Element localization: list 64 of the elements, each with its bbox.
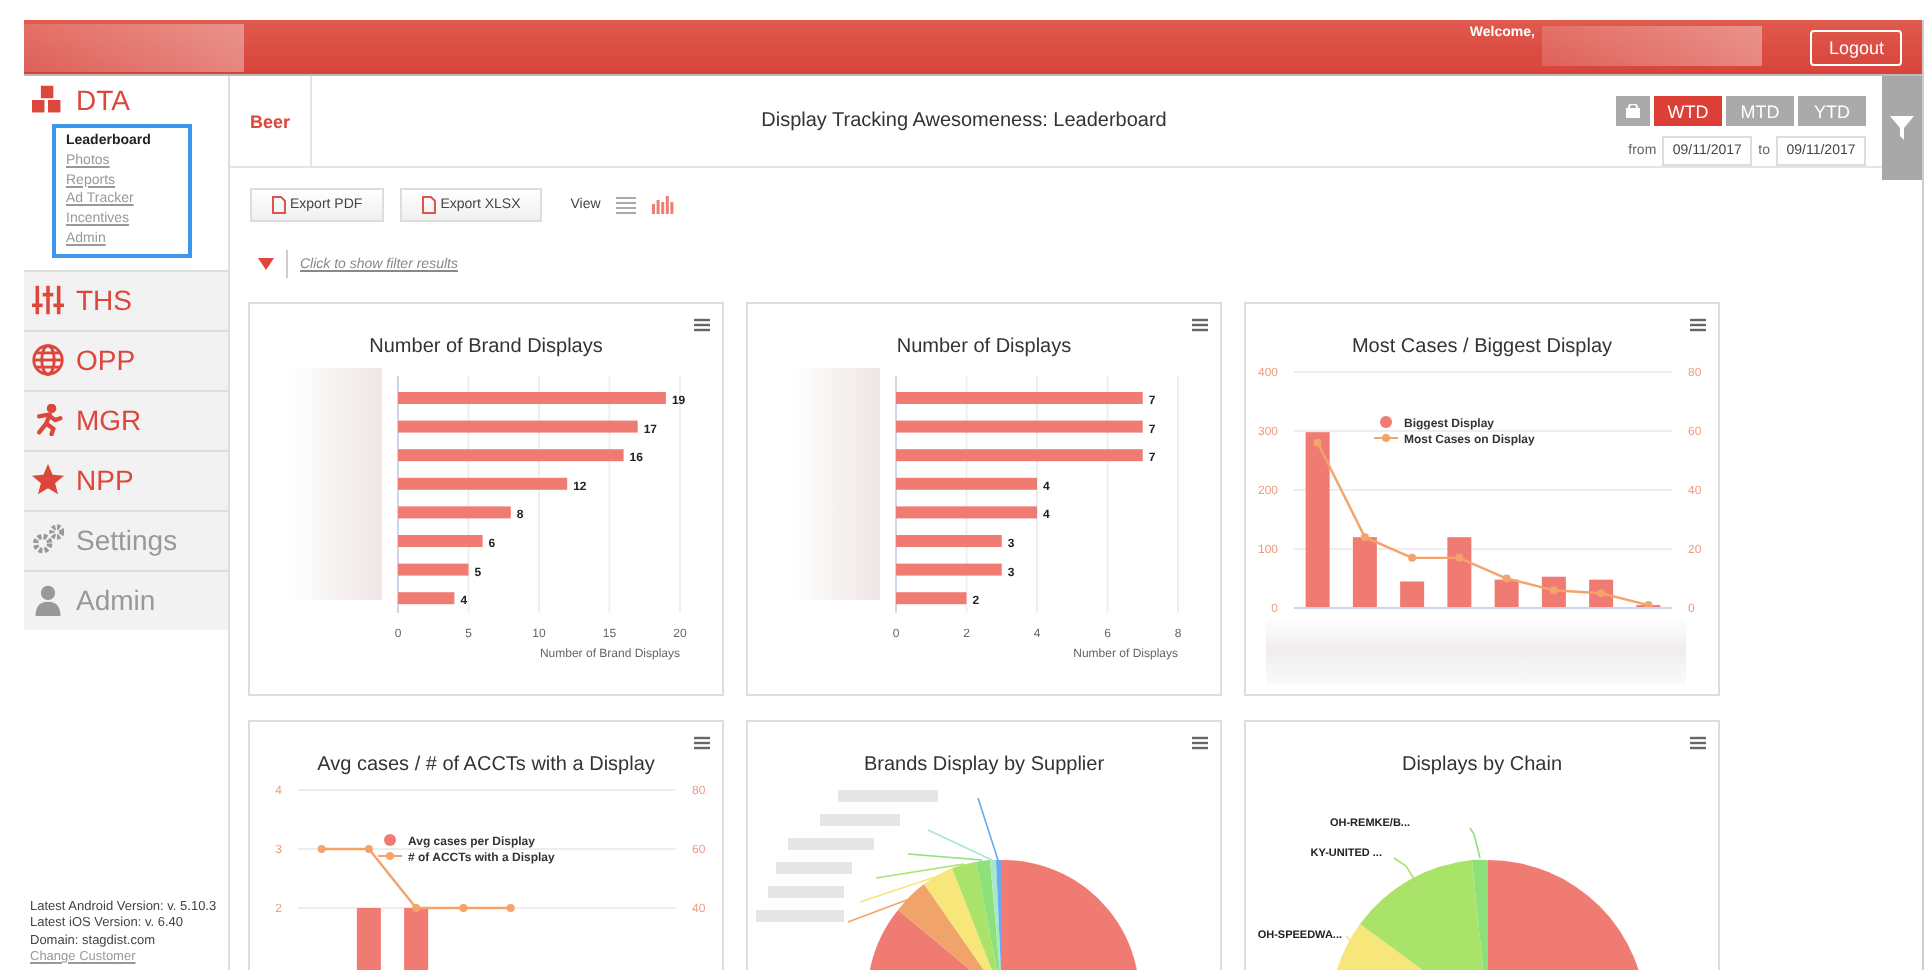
logout-button[interactable]: Logout: [1810, 29, 1902, 65]
document-icon: [422, 196, 437, 214]
person-icon: [32, 584, 64, 617]
gears-icon: [32, 524, 64, 557]
chart-title: Most Cases / Biggest Display: [1349, 336, 1615, 362]
bar: [1400, 581, 1425, 608]
redacted-block: [838, 790, 938, 802]
leader-line: [1393, 857, 1417, 883]
redacted-block: [776, 862, 852, 874]
blocks-icon: [32, 84, 64, 116]
bar: [398, 506, 511, 519]
period-tab[interactable]: MTD: [1726, 96, 1794, 126]
redacted-block: [756, 910, 844, 922]
funnel-icon: [1890, 116, 1914, 140]
point: [1360, 533, 1369, 542]
leader-line: [1345, 935, 1353, 943]
page-title: Display Tracking Awesomeness: Leaderboard: [759, 108, 1169, 136]
redacted-block: [788, 838, 874, 850]
redacted-block: [820, 814, 900, 826]
bar: [404, 908, 429, 970]
bar: [356, 908, 381, 970]
menu-icon[interactable]: [694, 736, 710, 750]
menu-icon[interactable]: [1192, 318, 1208, 332]
bar: [896, 592, 967, 605]
leader-line: [1469, 827, 1481, 859]
nav-item[interactable]: NPP: [24, 449, 228, 510]
running-figure-icon: [32, 404, 64, 437]
period-tab[interactable]: WTD: [1654, 96, 1722, 126]
bar: [896, 563, 1002, 576]
lock-icon: [1626, 104, 1640, 118]
category-label: Beer: [230, 76, 312, 166]
bar-chart-view-icon[interactable]: [652, 196, 675, 214]
chart-title: Number of Brand Displays: [367, 336, 605, 362]
menu-icon[interactable]: [1690, 736, 1706, 750]
globe-icon: [32, 344, 64, 377]
sliders-icon: [32, 284, 64, 317]
bar: [896, 506, 1037, 519]
menu-icon[interactable]: [1192, 736, 1208, 750]
redacted-block: [768, 886, 844, 898]
point: [1455, 553, 1464, 562]
menu-icon[interactable]: [1690, 318, 1706, 332]
point: [1313, 438, 1322, 447]
bar: [398, 535, 483, 547]
document-icon: [272, 196, 286, 214]
point: [1408, 553, 1417, 562]
nav-item[interactable]: OPP: [24, 329, 228, 390]
bar: [398, 563, 469, 576]
nav-item[interactable]: THS: [24, 269, 228, 330]
star-icon: [32, 464, 64, 497]
filter-triangle-icon[interactable]: [258, 258, 274, 270]
nav-item[interactable]: MGR: [24, 389, 228, 450]
period-tab[interactable]: YTD: [1798, 96, 1866, 126]
chart-title: Avg cases / # of ACCTs with a Display: [315, 754, 657, 780]
leader-line: [847, 897, 913, 923]
chart-title: Brands Display by Supplier: [861, 754, 1107, 780]
bar: [398, 592, 455, 605]
chart-title: Number of Displays: [894, 336, 1074, 362]
bar: [896, 535, 1002, 547]
point: [1502, 574, 1511, 583]
menu-icon[interactable]: [694, 318, 710, 332]
bar: [1447, 537, 1472, 608]
bar: [896, 477, 1037, 490]
chart-title: Displays by Chain: [1399, 754, 1565, 780]
bar: [1352, 537, 1377, 608]
